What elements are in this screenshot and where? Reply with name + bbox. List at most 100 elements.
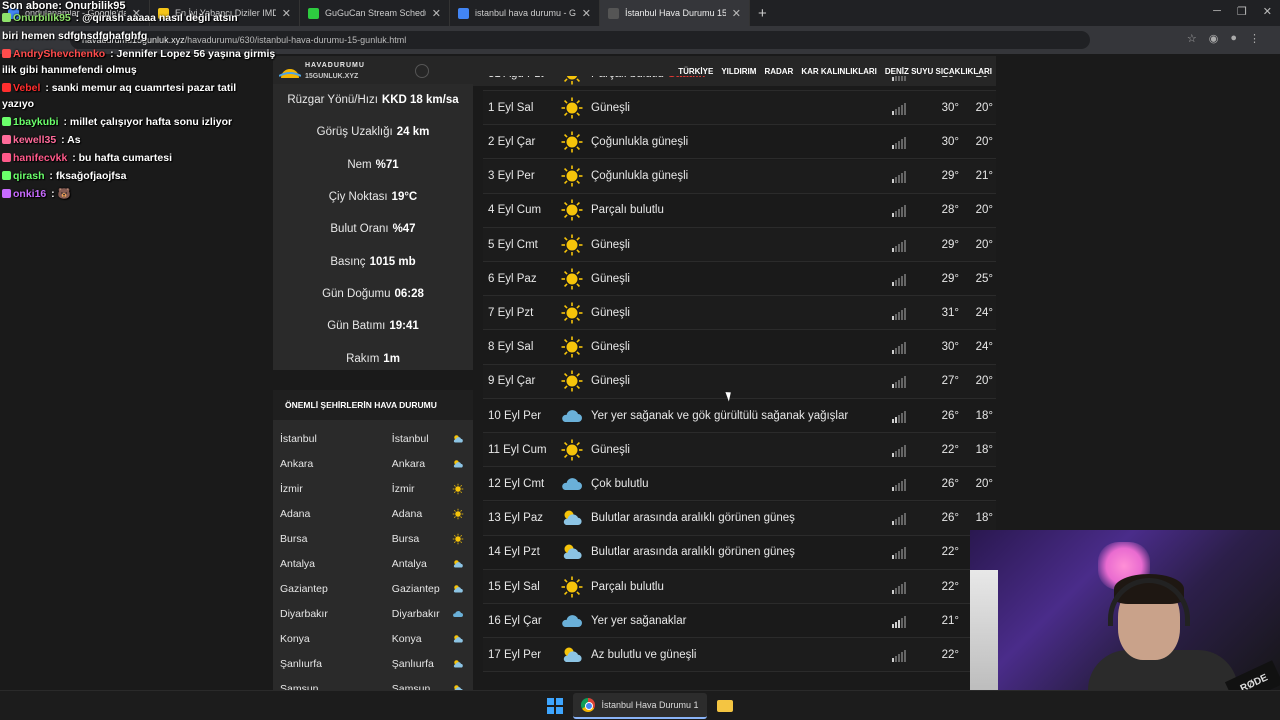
precipitation-bar (895, 416, 897, 423)
precipitation-bars-icon (879, 614, 919, 628)
webcam-feed: RØDE (970, 530, 1280, 690)
tab-close-icon[interactable]: ✕ (582, 7, 591, 20)
browser-tab[interactable]: İstanbul Hava Durumu 15 Günlü ✕ (600, 0, 750, 26)
city-link[interactable]: İzmir (392, 483, 451, 495)
chat-message: onki16 : 🐻 (0, 185, 71, 203)
extension-icon[interactable]: ◉ (1209, 32, 1219, 45)
chat-text: millet çalışıyor hafta sonu izliyor (69, 116, 233, 128)
city-name: İstanbul (280, 432, 317, 445)
city-row[interactable]: Antalya Antalya (273, 551, 473, 576)
hourly-link[interactable]: Saatlik (668, 76, 705, 80)
forecast-row[interactable]: 13 Eyl Paz Bulutlar arasında aralıklı gör… (483, 501, 996, 536)
city-row[interactable]: Samsun Samsun (273, 676, 473, 690)
forecast-row[interactable]: 9 Eyl Çar Güneşli 27° 20° (483, 364, 996, 399)
city-link[interactable]: Adana (392, 508, 451, 520)
tab-close-icon[interactable]: ✕ (732, 7, 741, 20)
windows-start-icon[interactable] (547, 697, 564, 714)
forecast-condition: Güneşli (591, 341, 630, 354)
forecast-row[interactable]: 3 Eyl Per Çoğunlukla güneşli 29° 21° (483, 159, 996, 194)
chat-username[interactable]: kewell35 (13, 134, 56, 146)
city-link[interactable]: Ankara (392, 458, 451, 470)
bookmark-star-icon[interactable]: ☆ (1187, 32, 1197, 45)
forecast-row[interactable]: 6 Eyl Paz Güneşli 29° 25° (483, 262, 996, 297)
nav-link-turkiye[interactable]: TÜRKİYE (674, 67, 717, 76)
precipitation-bar (904, 649, 906, 662)
precipitation-bar (892, 144, 894, 149)
taskbar-chrome-button[interactable]: İstanbul Hava Durumu 1 (573, 692, 707, 719)
forecast-row[interactable]: 15 Eyl SalParçalı bulutlu22°15° (483, 570, 996, 604)
city-row[interactable]: Bursa Bursa (273, 526, 473, 551)
forecast-high-temp: 22° (941, 443, 959, 456)
forecast-row[interactable]: 2 Eyl Çar Çoğunlukla güneşli 30° 20° (483, 125, 996, 160)
forecast-row[interactable]: 31 Ağu Pzt Parçalı bulutlu Saatlik 29°20° (483, 76, 996, 91)
browser-tab[interactable]: GuGuCan Stream Schedule - W ✕ (300, 0, 450, 26)
forecast-low-temp: 20° (975, 101, 993, 114)
nav-link-radar[interactable]: RADAR (760, 67, 797, 76)
forecast-row[interactable]: 4 Eyl Cum Parçalı bulutlu 28° 20° (483, 194, 996, 228)
nav-link-kar[interactable]: KAR KALINLIKLARI (797, 67, 881, 76)
precipitation-bar (901, 583, 903, 594)
nav-link-yildirim[interactable]: YILDIRIM (717, 67, 760, 76)
city-link[interactable]: Gaziantep (392, 583, 451, 595)
tab-close-icon[interactable]: ✕ (282, 7, 291, 20)
city-link[interactable]: Şanlıurfa (392, 658, 451, 670)
info-label: Çiy Noktası (328, 191, 388, 204)
city-link[interactable]: Samsun (392, 683, 451, 691)
city-row[interactable]: Diyarbakır Diyarbakır (273, 601, 473, 626)
city-row[interactable]: Konya Konya (273, 626, 473, 651)
maximize-icon[interactable]: ❐ (1237, 5, 1247, 18)
nav-link-deniz-suyu[interactable]: DENİZ SUYU SICAKLIKLARI (881, 67, 996, 76)
city-link[interactable]: Antalya (392, 558, 451, 570)
precipitation-bars-icon (879, 203, 919, 218)
forecast-row[interactable]: 14 Eyl Pzt Bulutlar arasında aralıklı gör… (483, 536, 996, 570)
precipitation-bars-icon (879, 272, 919, 286)
city-link[interactable]: Konya (392, 633, 451, 645)
precipitation-bar (901, 207, 903, 218)
city-link[interactable]: Diyarbakır (392, 608, 451, 620)
forecast-row[interactable]: 1 Eyl Sal Güneşli 30° 20° (483, 91, 996, 126)
forecast-row[interactable]: 5 Eyl Cmt Güneşli 29° 20° (483, 228, 996, 262)
tab-title: istanbul hava durumu - Google (475, 8, 576, 18)
city-row[interactable]: İstanbul İstanbul (273, 426, 473, 451)
city-row[interactable]: Şanlıurfa Şanlıurfa (273, 651, 473, 676)
forecast-row[interactable]: 16 Eyl ÇarYer yer sağanaklar21°15° (483, 604, 996, 639)
site-logo[interactable]: HAVADURUMU 15GUNLUK.XYZ (279, 58, 379, 84)
close-window-icon[interactable]: ✕ (1263, 5, 1272, 18)
menu-dots-icon[interactable]: ⋮ (1249, 32, 1260, 45)
forecast-low-temp: 18° (975, 409, 993, 422)
precipitation-bar (895, 450, 897, 457)
chat-text: Jennifer Lopez 56 yaşına girmiş (116, 48, 276, 60)
minimize-icon[interactable]: ─ (1213, 5, 1221, 18)
forecast-high-temp: 29° (941, 272, 959, 285)
chat-message: Vebel : sanki memur aq cuamrtesi pazar t… (0, 79, 236, 97)
chat-username[interactable]: AndryShevchenko (13, 48, 105, 60)
city-link[interactable]: İstanbul (392, 433, 451, 445)
chat-username[interactable]: onki16 (13, 188, 46, 200)
chat-username[interactable]: qirash (13, 170, 45, 182)
file-explorer-icon[interactable] (716, 699, 733, 712)
forecast-row[interactable]: 10 Eyl Per Yer yer sağanak ve gök gürültü… (483, 399, 996, 433)
forecast-high-temp: 30° (941, 341, 959, 354)
city-link[interactable]: Bursa (392, 533, 451, 545)
forecast-row[interactable]: 7 Eyl Pzt Güneşli 31° 24° (483, 296, 996, 331)
info-label: Rakım (346, 352, 380, 365)
tab-close-icon[interactable]: ✕ (432, 7, 441, 20)
chat-username[interactable]: Vebel (13, 82, 40, 94)
forecast-row[interactable]: 17 Eyl PerAz bulutlu ve güneşli22°16° (483, 638, 996, 673)
city-row[interactable]: Gaziantep Gaziantep (273, 576, 473, 601)
chat-username[interactable]: Onurbilik95 (13, 12, 71, 24)
forecast-row[interactable]: 12 Eyl Cmt Çok bulutlu 26° 20° (483, 467, 996, 502)
chat-username[interactable]: hanifecvkk (13, 152, 67, 164)
chat-message: kewell35 : As (0, 131, 81, 149)
city-row[interactable]: Ankara Ankara (273, 451, 473, 476)
forecast-high-temp: 22° (941, 648, 959, 661)
new-tab-button[interactable]: + (750, 5, 775, 22)
city-row[interactable]: İzmir İzmir (273, 476, 473, 501)
city-row[interactable]: Adana Adana (273, 501, 473, 526)
profile-icon[interactable]: ● (1230, 32, 1237, 45)
info-row: Gün Batımı 19:41 (273, 310, 473, 342)
chat-username[interactable]: 1baykubi (13, 116, 59, 128)
forecast-row[interactable]: 11 Eyl Cum Güneşli 22° 18° (483, 433, 996, 468)
forecast-row[interactable]: 8 Eyl Sal Güneşli 30° 24° (483, 331, 996, 365)
browser-tab[interactable]: istanbul hava durumu - Google ✕ (450, 0, 600, 26)
